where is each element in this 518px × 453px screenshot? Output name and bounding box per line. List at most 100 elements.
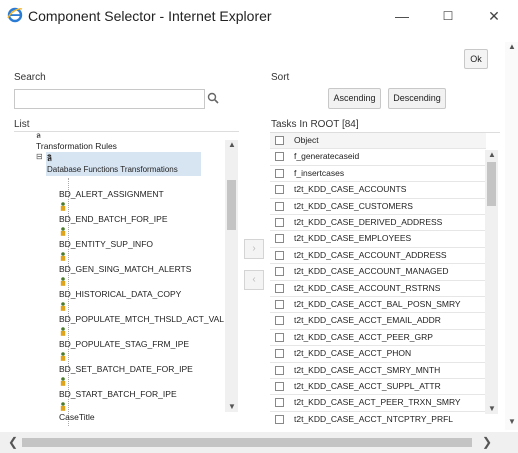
title-bar: Component Selector - Internet Explorer —…: [0, 0, 518, 32]
minimize-button[interactable]: —: [392, 6, 412, 26]
row-checkbox[interactable]: [275, 300, 284, 309]
task-person-icon: [60, 227, 66, 236]
task-person-icon: [60, 377, 66, 386]
list-item[interactable]: BD_HISTORICAL_DATA_COPY: [59, 289, 181, 299]
list-item[interactable]: BD_ENTITY_SUP_INFO: [59, 239, 153, 249]
table-row[interactable]: t2t_KDD_CASE_ACCOUNT_RSTRNS: [270, 281, 486, 297]
list-item[interactable]: BD_ALERT_ASSIGNMENT: [59, 189, 164, 199]
row-object-name: t2t_KDD_CASE_ACCOUNT_ADDRESS: [294, 249, 447, 260]
scroll-up-arrow-icon[interactable]: ▲: [228, 140, 236, 149]
list-item[interactable]: BD_GEN_SING_MATCH_ALERTS: [59, 264, 191, 274]
maximize-button[interactable]: ☐: [438, 6, 458, 26]
row-object-name: t2t_KDD_CASE_ACT_PEER_TRXN_SMRY: [294, 397, 461, 408]
row-checkbox[interactable]: [275, 250, 284, 260]
horizontal-scrollbar[interactable]: ❮ ❯: [0, 432, 518, 453]
tree-node-database-functions[interactable]: Database Functions Transformations: [47, 165, 178, 174]
row-checkbox[interactable]: [275, 185, 284, 195]
table-row[interactable]: t2t_KDD_CASE_ACCT_SMRY_MNTH: [270, 363, 486, 379]
table-row[interactable]: t2t_KDD_CASE_ACCT_NTCPTRY_PRFL: [270, 412, 486, 426]
search-icon[interactable]: [207, 92, 219, 104]
descending-button[interactable]: Descending: [388, 88, 446, 109]
task-person-icon: [60, 402, 66, 411]
tasks-scrollbar[interactable]: ▲ ▼: [485, 150, 498, 414]
row-object-name: t2t_KDD_CASE_ACCT_PEER_GRP: [294, 331, 433, 342]
row-object-name: f_generatecaseid: [294, 151, 360, 162]
table-row[interactable]: t2t_KDD_CASE_ACT_PEER_TRXN_SMRY: [270, 395, 486, 412]
row-checkbox[interactable]: [275, 218, 284, 227]
scroll-down-arrow-icon[interactable]: ▼: [488, 404, 496, 413]
list-item[interactable]: CaseTitle: [59, 412, 95, 422]
scroll-left-arrow-icon[interactable]: ❮: [8, 435, 18, 449]
table-row[interactable]: t2t_KDD_CASE_ACCOUNT_ADDRESS: [270, 248, 486, 265]
scroll-down-arrow-icon[interactable]: ▼: [228, 402, 236, 411]
task-person-icon: [60, 277, 66, 286]
table-row[interactable]: f_generatecaseid: [270, 149, 486, 166]
table-row[interactable]: t2t_KDD_CASE_ACCT_PEER_GRP: [270, 330, 486, 347]
row-checkbox[interactable]: [275, 168, 284, 178]
component-tree[interactable]: ล Transformation Rules ⊟ ลิ Database Fun…: [14, 131, 239, 426]
task-person-icon: [60, 302, 66, 311]
collapse-icon[interactable]: ⊟: [36, 152, 43, 161]
scroll-up-arrow-icon[interactable]: ▲: [488, 150, 496, 159]
row-object-name: t2t_KDD_CASE_CUSTOMERS: [294, 200, 413, 211]
scroll-up-arrow-icon[interactable]: ▲: [508, 42, 516, 51]
page-scrollbar[interactable]: ▲ ▼: [505, 42, 518, 430]
table-row[interactable]: t2t_KDD_CASE_DERIVED_ADDRESS: [270, 215, 486, 232]
list-item[interactable]: BD_POPULATE_MTCH_THSLD_ACT_VAL: [59, 314, 224, 324]
row-checkbox[interactable]: [275, 382, 284, 391]
row-object-name: t2t_KDD_CASE_ACCOUNT_MANAGED: [294, 266, 449, 277]
row-checkbox[interactable]: [275, 365, 284, 375]
internet-explorer-icon: [7, 7, 23, 23]
ascending-button[interactable]: Ascending: [328, 88, 381, 109]
add-selected-button[interactable]: ›: [244, 239, 264, 259]
row-checkbox[interactable]: [275, 267, 284, 277]
tasks-table: Object f_generatecaseid f_insertcases t2…: [270, 132, 500, 426]
row-object-name: t2t_KDD_CASE_ACCT_SUPPL_ATTR: [294, 381, 441, 391]
table-row[interactable]: t2t_KDD_CASE_ACCT_EMAIL_ADDR: [270, 313, 486, 330]
close-button[interactable]: ✕: [484, 6, 504, 26]
row-object-name: t2t_KDD_CASE_DERIVED_ADDRESS: [294, 217, 443, 227]
row-object-name: t2t_KDD_CASE_ACCT_SMRY_MNTH: [294, 364, 441, 375]
row-object-name: t2t_KDD_CASE_ACCT_PHON: [294, 348, 412, 359]
table-row[interactable]: t2t_KDD_CASE_ACCT_BAL_POSN_SMRY: [270, 297, 486, 314]
list-item[interactable]: BD_START_BATCH_FOR_IPE: [59, 389, 177, 399]
list-item[interactable]: BD_SET_BATCH_DATE_FOR_IPE: [59, 364, 193, 374]
tasks-scroll-thumb[interactable]: [487, 162, 496, 206]
row-checkbox[interactable]: [275, 234, 284, 244]
list-item[interactable]: BD_POPULATE_STAG_FRM_IPE: [59, 339, 189, 349]
window-title: Component Selector - Internet Explorer: [28, 8, 272, 24]
row-checkbox[interactable]: [275, 152, 284, 162]
tree-scrollbar[interactable]: ▲ ▼: [225, 140, 238, 412]
table-row[interactable]: t2t_KDD_CASE_ACCT_PHON: [270, 346, 486, 363]
search-input[interactable]: [14, 89, 205, 109]
list-label: List: [14, 119, 30, 130]
table-row[interactable]: t2t_KDD_CASE_ACCOUNTS: [270, 182, 486, 199]
task-person-icon: [60, 202, 66, 211]
row-checkbox[interactable]: [275, 332, 284, 342]
row-checkbox[interactable]: [275, 414, 284, 424]
row-object-name: t2t_KDD_CASE_ACCOUNTS: [294, 184, 407, 195]
ok-button[interactable]: Ok: [464, 49, 488, 69]
task-person-icon: [60, 252, 66, 261]
row-object-name: t2t_KDD_CASE_ACCT_EMAIL_ADDR: [294, 315, 441, 326]
table-row[interactable]: f_insertcases: [270, 166, 486, 183]
table-row[interactable]: t2t_KDD_CASE_ACCT_SUPPL_ATTR: [270, 379, 486, 396]
list-item[interactable]: BD_END_BATCH_FOR_IPE: [59, 214, 167, 224]
row-checkbox[interactable]: [275, 316, 284, 326]
tree-node-transformation-rules[interactable]: Transformation Rules: [36, 141, 117, 151]
select-all-checkbox[interactable]: [275, 136, 284, 145]
tree-scroll-thumb[interactable]: [227, 180, 236, 230]
row-object-name: f_insertcases: [294, 167, 345, 178]
row-checkbox[interactable]: [275, 283, 284, 293]
table-row[interactable]: t2t_KDD_CASE_EMPLOYEES: [270, 231, 486, 248]
row-checkbox[interactable]: [275, 349, 284, 359]
row-checkbox[interactable]: [275, 201, 284, 211]
scroll-right-arrow-icon[interactable]: ❯: [482, 435, 492, 449]
table-row[interactable]: t2t_KDD_CASE_ACCOUNT_MANAGED: [270, 264, 486, 281]
table-row[interactable]: t2t_KDD_CASE_CUSTOMERS: [270, 199, 486, 215]
remove-selected-button[interactable]: ‹: [244, 270, 264, 290]
task-person-icon: [60, 327, 66, 336]
row-checkbox[interactable]: [275, 398, 284, 408]
horizontal-scroll-thumb[interactable]: [22, 438, 472, 447]
scroll-down-arrow-icon[interactable]: ▼: [508, 417, 516, 426]
